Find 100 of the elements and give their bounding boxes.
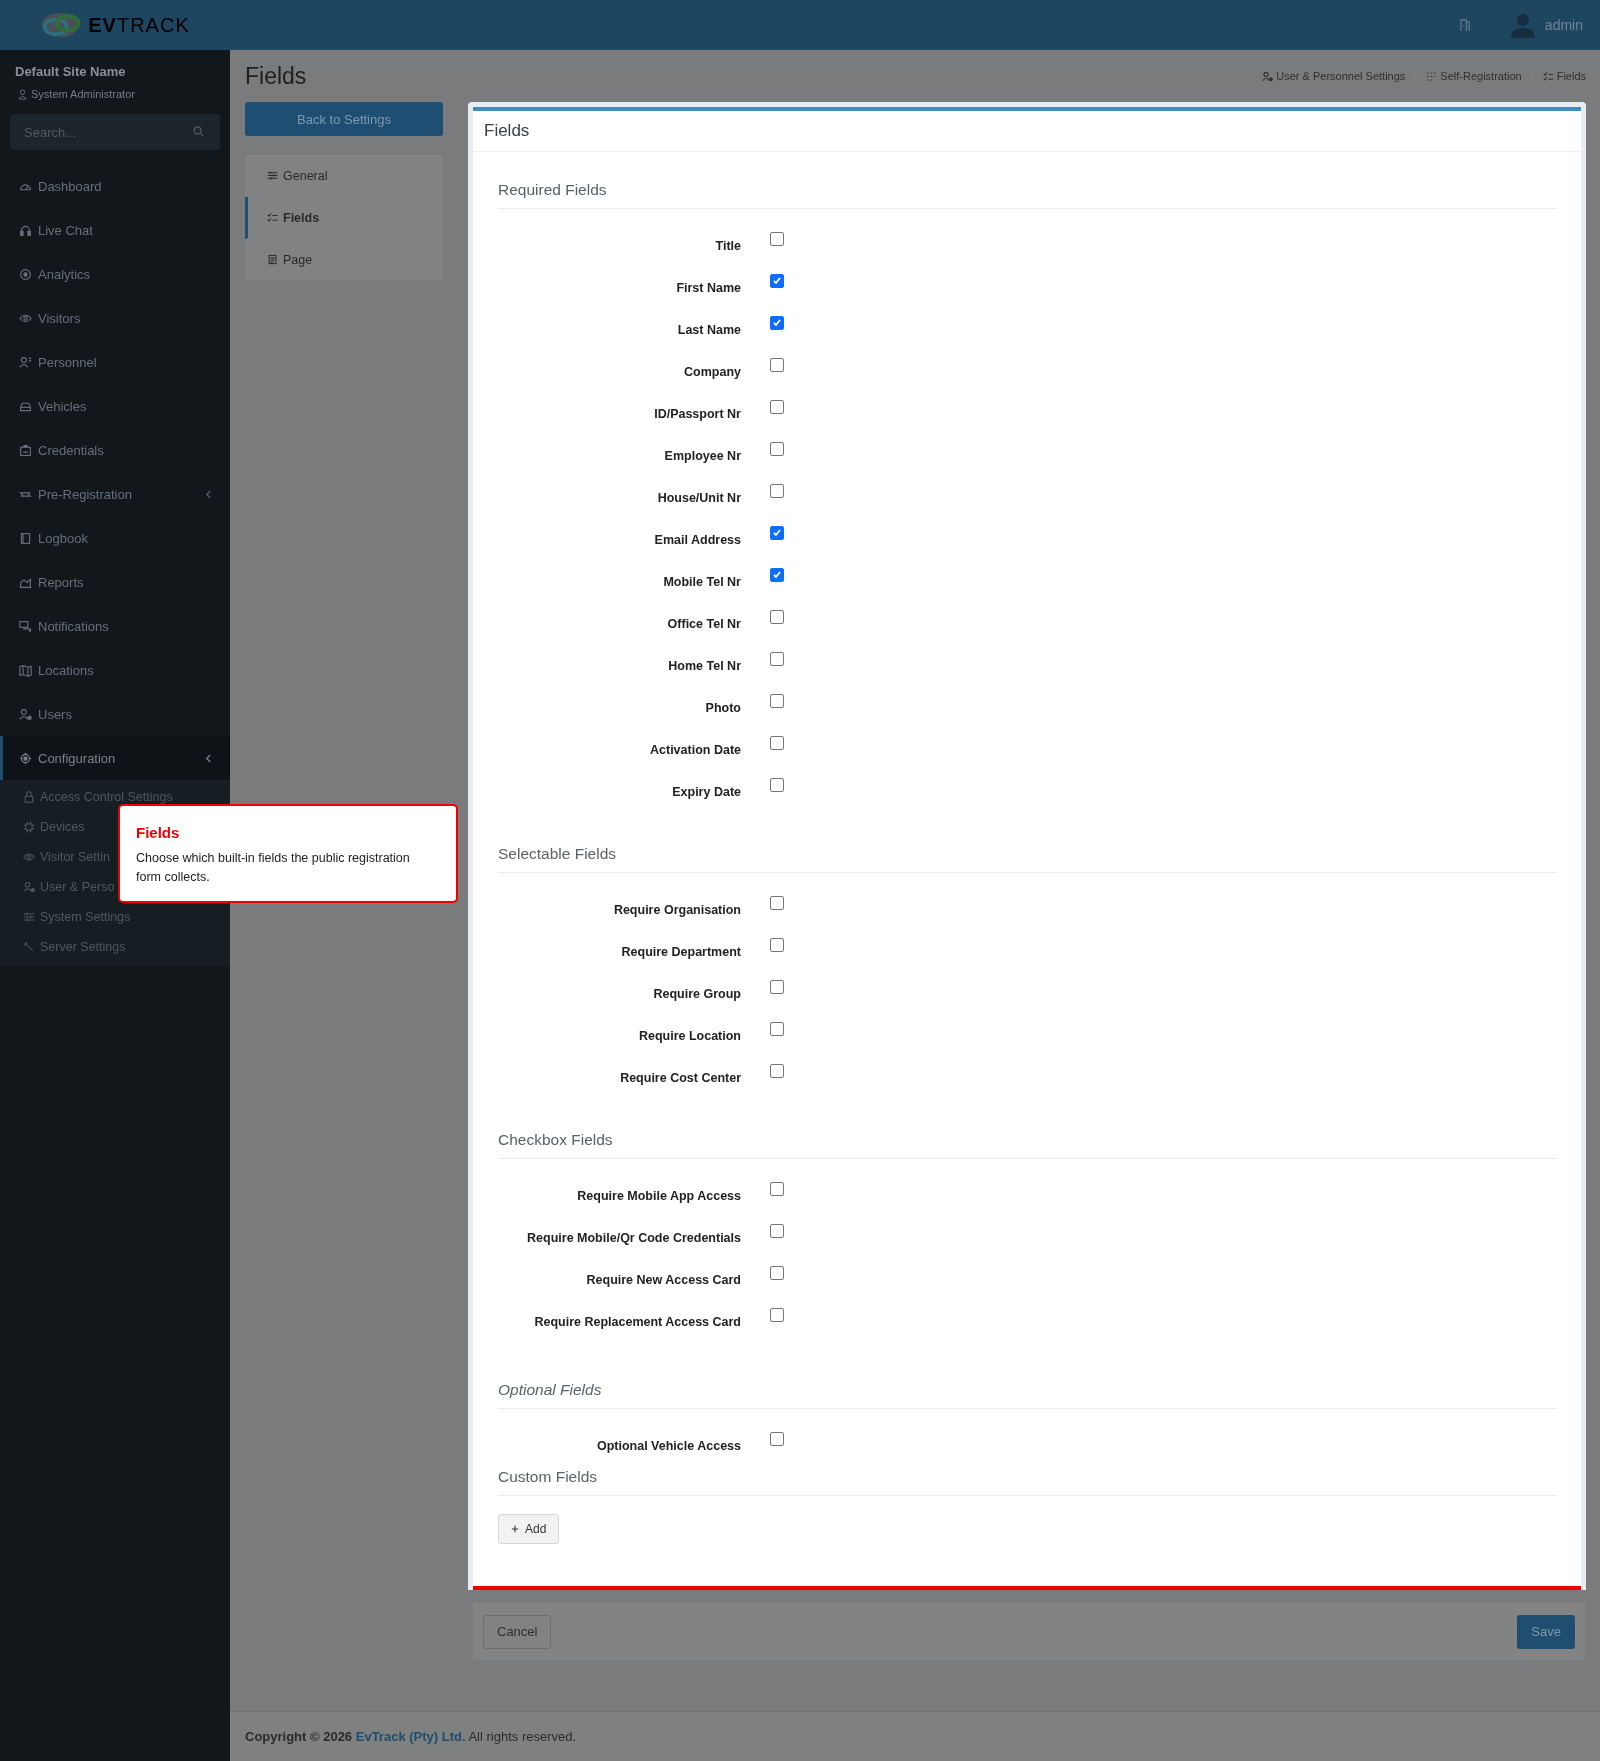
menu-item[interactable]: Credentials: [0, 428, 230, 472]
breadcrumb-link[interactable]: User & Personnel Settings: [1262, 70, 1406, 82]
field-label: Employee Nr: [663, 448, 741, 465]
search-icon[interactable]: [193, 126, 204, 137]
field-label: Activation Date: [649, 742, 741, 759]
copyright-text: Copyright © 2026 EvTrack (Pty) Ltd. All rights reserved.: [245, 1729, 577, 1744]
id-card-icon: [19, 443, 32, 457]
user-role: System Administrator: [31, 88, 135, 100]
submenu-item[interactable]: System Settings: [0, 902, 230, 932]
checkbox[interactable]: [770, 694, 784, 708]
sliders-icon: [267, 170, 278, 181]
site-name: Default Site Name: [14, 64, 127, 79]
checklist-icon: [267, 212, 278, 223]
checkbox[interactable]: [770, 484, 784, 498]
menu-item[interactable]: Live Chat: [0, 208, 230, 252]
field-label: Office Tel Nr: [666, 616, 741, 633]
popover-title: Fields: [136, 824, 181, 841]
section-heading: Custom Fields: [498, 1468, 1557, 1496]
menu-item[interactable]: Reports: [0, 560, 230, 604]
menu-item[interactable]: Analytics: [0, 252, 230, 296]
person-icon: [19, 355, 32, 369]
checkbox[interactable]: [770, 1064, 784, 1078]
field-label: Require Organisation: [612, 902, 741, 919]
checkbox[interactable]: [770, 316, 784, 330]
field-label: Optional Vehicle Access: [595, 1438, 741, 1455]
submenu-item[interactable]: Server Settings: [0, 932, 230, 962]
checkbox[interactable]: [770, 1022, 784, 1036]
checkbox[interactable]: [770, 652, 784, 666]
book-icon: [19, 531, 32, 545]
checkbox[interactable]: [770, 896, 784, 910]
users-icon: [19, 707, 32, 721]
nav-item[interactable]: General: [245, 155, 443, 197]
checkbox[interactable]: [770, 1308, 784, 1322]
checkbox[interactable]: [770, 736, 784, 750]
field-label: Email Address: [653, 532, 741, 549]
company-link[interactable]: EvTrack (Pty) Ltd.: [355, 1729, 466, 1744]
map-icon: [19, 663, 32, 677]
field-label: Require Mobile/Qr Code Credentials: [526, 1230, 741, 1247]
menu-item[interactable]: Visitors: [0, 296, 230, 340]
checkbox[interactable]: [770, 442, 784, 456]
field-label: Home Tel Nr: [667, 658, 741, 675]
field-label: Require New Access Card: [585, 1272, 741, 1289]
menu-item[interactable]: Dashboard: [0, 164, 230, 208]
menu-item[interactable]: Personnel: [0, 340, 230, 384]
field-label: Expiry Date: [671, 784, 741, 801]
checkbox[interactable]: [770, 1182, 784, 1196]
field-label: Photo: [704, 700, 741, 717]
menu-item[interactable]: Notifications: [0, 604, 230, 648]
checkbox[interactable]: [770, 980, 784, 994]
users-icon: [1262, 70, 1274, 82]
breadcrumb-link[interactable]: Self-Registration: [1426, 70, 1522, 82]
target-icon: [19, 267, 32, 281]
submenu-item[interactable]: Access Control Settings: [0, 782, 230, 812]
grid-icon: [1426, 70, 1438, 82]
field-label: Require Location: [637, 1028, 741, 1045]
nav-item[interactable]: Page: [245, 239, 443, 281]
logo-text: EVTRACK: [88, 13, 190, 37]
checkbox[interactable]: [770, 526, 784, 540]
headset-icon: [19, 223, 32, 237]
checkbox[interactable]: [770, 568, 784, 582]
user-name[interactable]: admin: [1544, 17, 1583, 33]
page-title: Fields: [245, 62, 307, 90]
field-label: First Name: [675, 280, 741, 297]
document-icon: [267, 254, 278, 265]
menu-item[interactable]: Users: [0, 692, 230, 736]
field-label: House/Unit Nr: [656, 490, 741, 507]
field-label: Last Name: [676, 322, 741, 339]
checkbox[interactable]: [770, 400, 784, 414]
section-heading: Checkbox Fields: [498, 1110, 1557, 1159]
field-label: Require Replacement Access Card: [533, 1314, 741, 1331]
users-icon: [23, 881, 35, 893]
nav-item[interactable]: Fields: [245, 197, 443, 239]
add-button[interactable]: Add: [498, 1514, 560, 1544]
menu-item[interactable]: Locations: [0, 648, 230, 692]
checkbox[interactable]: [770, 1432, 784, 1446]
person-icon: [18, 88, 27, 100]
menu-item[interactable]: Vehicles: [0, 384, 230, 428]
field-label: Require Cost Center: [619, 1070, 741, 1087]
lock-icon: [23, 791, 35, 803]
menu-item[interactable]: Pre-Registration: [0, 472, 230, 516]
field-label: Company: [683, 364, 741, 381]
chip-icon: [23, 821, 35, 833]
checkbox[interactable]: [770, 938, 784, 952]
eye-icon: [23, 851, 35, 863]
save-button[interactable]: Save: [1517, 1614, 1575, 1649]
checkbox[interactable]: [770, 778, 784, 792]
popover-text: Choose which built-in fields the public registration form collects.: [136, 850, 411, 886]
menu-item[interactable]: Logbook: [0, 516, 230, 560]
checkbox[interactable]: [770, 274, 784, 288]
search-field[interactable]: Search...: [10, 114, 220, 150]
back-button[interactable]: Back to Settings: [245, 102, 443, 136]
cancel-button[interactable]: Cancel: [483, 1614, 552, 1649]
checkbox[interactable]: [770, 1224, 784, 1238]
checkbox[interactable]: [770, 610, 784, 624]
checkbox[interactable]: [770, 1266, 784, 1280]
checkbox[interactable]: [770, 358, 784, 372]
section-heading: Selectable Fields: [498, 824, 1557, 873]
menu-item[interactable]: Configuration: [0, 736, 230, 780]
section-heading: Required Fields: [498, 160, 1557, 209]
checkbox[interactable]: [770, 232, 784, 246]
